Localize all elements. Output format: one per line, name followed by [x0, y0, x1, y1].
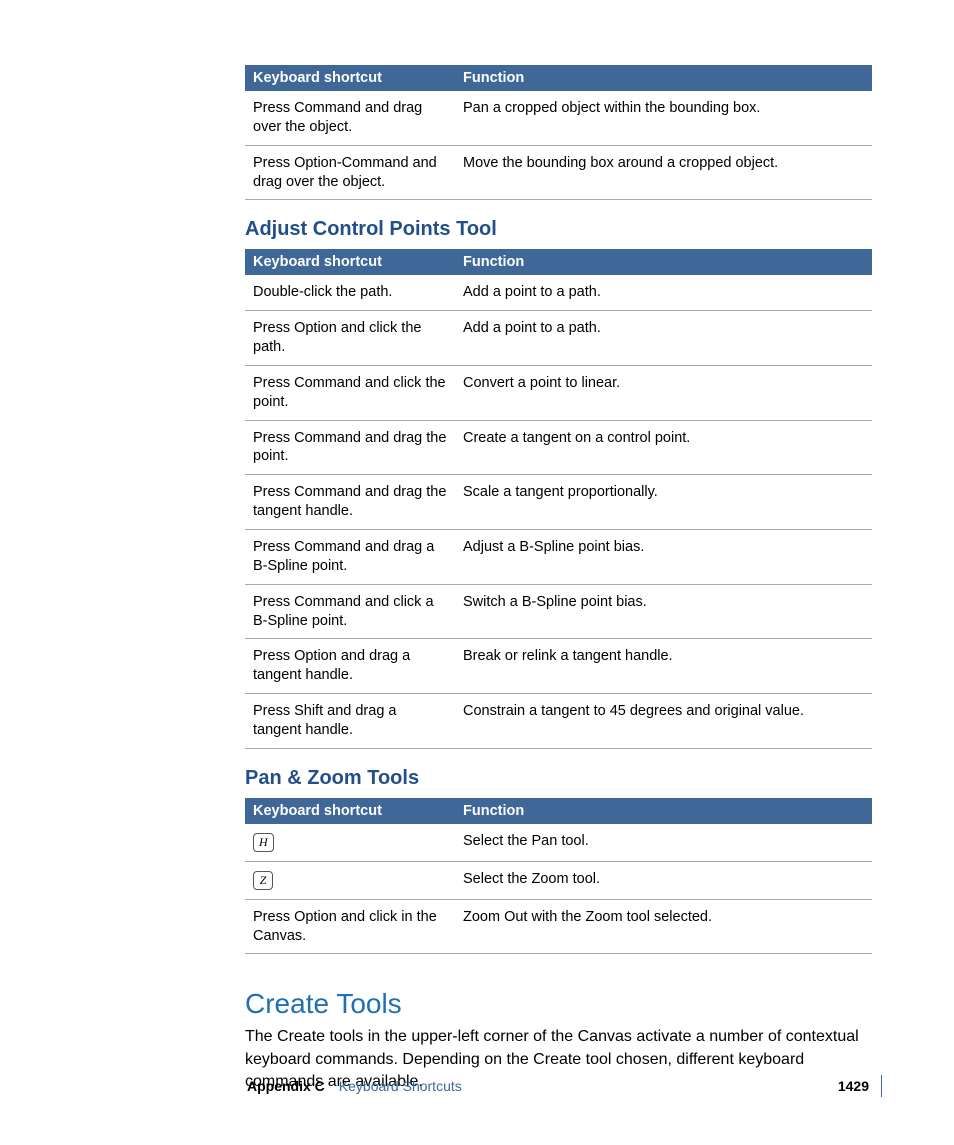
cell-shortcut: Press Shift and drag a tangent handle.	[245, 694, 455, 749]
cell-shortcut: Press Command and drag the tangent handl…	[245, 475, 455, 530]
col-header-shortcut: Keyboard shortcut	[245, 65, 455, 91]
cell-function: Adjust a B-Spline point bias.	[455, 529, 872, 584]
footer-chapter: Keyboard Shortcuts	[339, 1078, 838, 1094]
cell-shortcut: H	[245, 824, 455, 862]
cell-function: Add a point to a path.	[455, 275, 872, 310]
cell-shortcut: Z	[245, 861, 455, 899]
cell-function: Select the Pan tool.	[455, 824, 872, 862]
col-header-function: Function	[455, 249, 872, 275]
cell-shortcut: Press Option and drag a tangent handle.	[245, 639, 455, 694]
col-header-shortcut: Keyboard shortcut	[245, 249, 455, 275]
table-row: Press Command and click the point.Conver…	[245, 365, 872, 420]
heading-create-tools: Create Tools	[245, 988, 869, 1020]
shortcuts-table-crop: Keyboard shortcut Function Press Command…	[245, 65, 872, 200]
cell-function: Add a point to a path.	[455, 311, 872, 366]
cell-shortcut: Press Command and drag over the object.	[245, 91, 455, 145]
table-row: Press Option and click the path.Add a po…	[245, 311, 872, 366]
col-header-function: Function	[455, 65, 872, 91]
table-row: Press Shift and drag a tangent handle.Co…	[245, 694, 872, 749]
table-row: Press Command and drag over the object. …	[245, 91, 872, 145]
page-footer: Appendix C Keyboard Shortcuts 1429	[247, 1075, 882, 1097]
table-row: Press Command and click a B-Spline point…	[245, 584, 872, 639]
table-row: Double-click the path.Add a point to a p…	[245, 275, 872, 310]
col-header-shortcut: Keyboard shortcut	[245, 798, 455, 824]
footer-page-number: 1429	[838, 1078, 881, 1094]
cell-function: Zoom Out with the Zoom tool selected.	[455, 899, 872, 954]
heading-pan-zoom: Pan & Zoom Tools	[245, 767, 869, 790]
key-z: Z	[253, 871, 273, 890]
cell-shortcut: Press Option and click in the Canvas.	[245, 899, 455, 954]
cell-function: Scale a tangent proportionally.	[455, 475, 872, 530]
table-row: Press Command and drag the tangent handl…	[245, 475, 872, 530]
table-row: H Select the Pan tool.	[245, 824, 872, 862]
cell-function: Constrain a tangent to 45 degrees and or…	[455, 694, 872, 749]
table-row: Press Command and drag the point.Create …	[245, 420, 872, 475]
cell-function: Move the bounding box around a cropped o…	[455, 145, 872, 200]
table-row: Press Option-Command and drag over the o…	[245, 145, 872, 200]
cell-function: Convert a point to linear.	[455, 365, 872, 420]
key-h: H	[253, 833, 274, 852]
cell-shortcut: Press Command and drag a B-Spline point.	[245, 529, 455, 584]
cell-function: Break or relink a tangent handle.	[455, 639, 872, 694]
cell-shortcut: Press Command and drag the point.	[245, 420, 455, 475]
table-row: Press Command and drag a B-Spline point.…	[245, 529, 872, 584]
cell-shortcut: Press Command and click the point.	[245, 365, 455, 420]
table-row: Press Option and drag a tangent handle.B…	[245, 639, 872, 694]
cell-function: Pan a cropped object within the bounding…	[455, 91, 872, 145]
heading-adjust-control-points: Adjust Control Points Tool	[245, 218, 869, 241]
cell-function: Create a tangent on a control point.	[455, 420, 872, 475]
cell-shortcut: Press Command and click a B-Spline point…	[245, 584, 455, 639]
col-header-function: Function	[455, 798, 872, 824]
cell-function: Switch a B-Spline point bias.	[455, 584, 872, 639]
shortcuts-table-adjust: Keyboard shortcut Function Double-click …	[245, 249, 872, 748]
table-row: Press Option and click in the Canvas. Zo…	[245, 899, 872, 954]
table-row: Z Select the Zoom tool.	[245, 861, 872, 899]
footer-appendix: Appendix C	[247, 1078, 339, 1094]
cell-shortcut: Press Option-Command and drag over the o…	[245, 145, 455, 200]
cell-function: Select the Zoom tool.	[455, 861, 872, 899]
cell-shortcut: Double-click the path.	[245, 275, 455, 310]
cell-shortcut: Press Option and click the path.	[245, 311, 455, 366]
shortcuts-table-panzoom: Keyboard shortcut Function H Select the …	[245, 798, 872, 955]
